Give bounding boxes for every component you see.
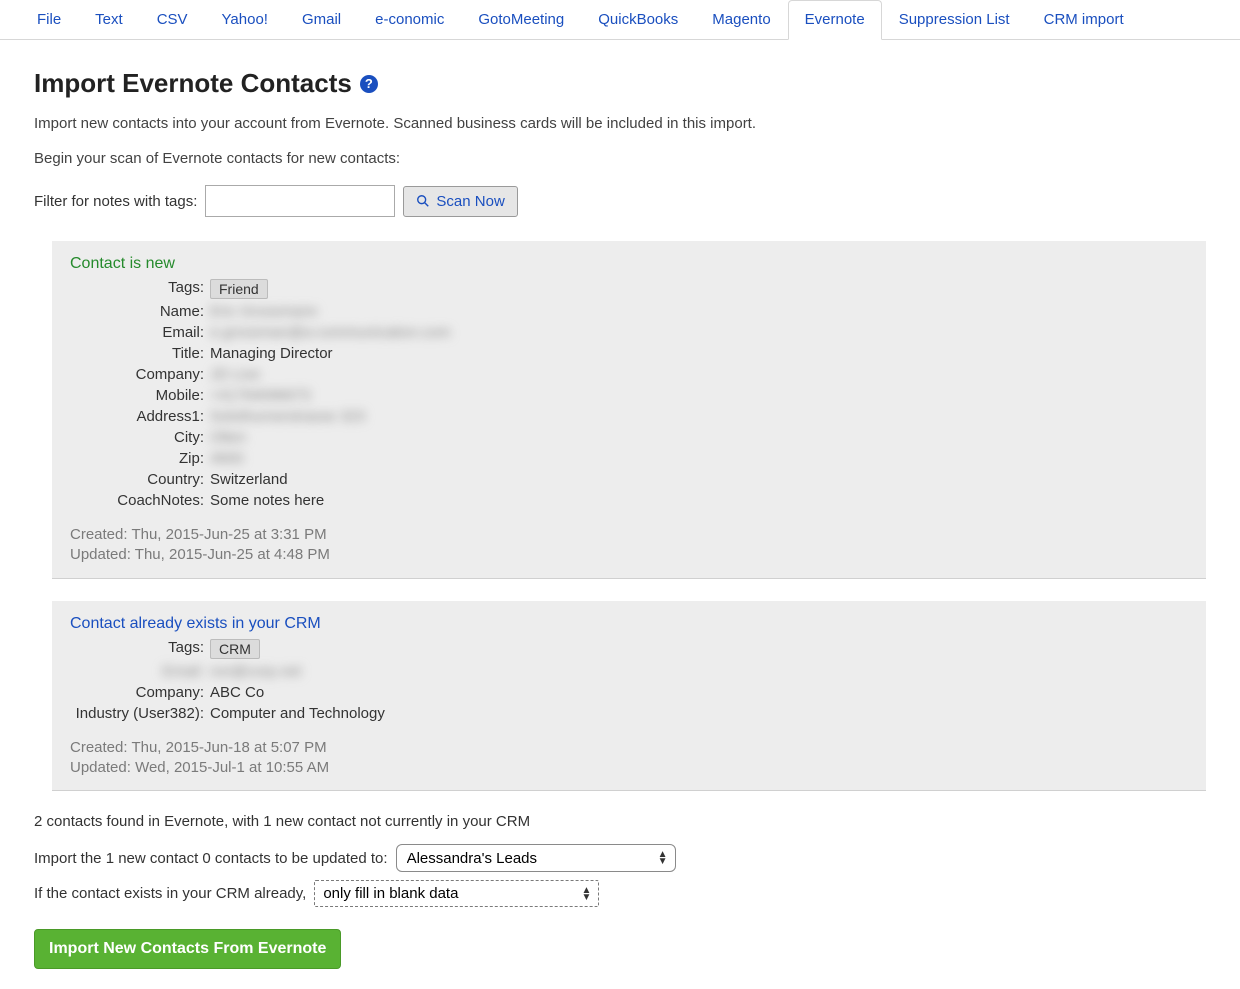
val-company: JD Live [210,366,260,383]
label-tags2: Tags: [70,639,210,659]
val-email2: ron@corp.net [210,663,301,680]
page-description: Import new contacts into your account fr… [34,115,1206,132]
updated-value2: Wed, 2015-Jul-1 at 10:55 AM [135,759,329,776]
source-tabs: FileTextCSVYahoo!Gmaile-conomicGotoMeeti… [0,0,1240,40]
tab-gmail[interactable]: Gmail [285,0,358,40]
label-mobile: Mobile: [70,387,210,404]
import-contacts-button[interactable]: Import New Contacts From Evernote [34,929,341,969]
val-mobile: +41794096673 [210,387,311,404]
tag-chip[interactable]: Friend [210,279,268,299]
label-country: Country: [70,471,210,488]
main-content: Import Evernote Contacts ? Import new co… [0,40,1240,989]
label-address1: Address1: [70,408,210,425]
contact-card-new: Contact is new Tags:Friend Name:Eric Gro… [52,241,1206,579]
tab-suppression-list[interactable]: Suppression List [882,0,1027,40]
updated-value: Thu, 2015-Jun-25 at 4:48 PM [135,546,330,563]
label-tags: Tags: [70,279,210,299]
val-address1: Solothurnerstrasse 323 [210,408,365,425]
val-country: Switzerland [210,471,288,488]
page-title-row: Import Evernote Contacts ? [34,68,1206,99]
val-coachnotes: Some notes here [210,492,324,509]
label-zip: Zip: [70,450,210,467]
tab-yahoo-[interactable]: Yahoo! [205,0,285,40]
meta-existing: Created: Thu, 2015-Jun-18 at 5:07 PM Upd… [70,738,1188,779]
label-email: Email: [70,324,210,341]
created-value2: Thu, 2015-Jun-18 at 5:07 PM [131,739,326,756]
tab-crm-import[interactable]: CRM import [1027,0,1141,40]
import-to-label: Import the 1 new contact 0 contacts to b… [34,850,388,867]
tag-filter-input[interactable] [205,185,395,217]
val-name: Eric Grossmann [210,303,318,320]
tab-e-conomic[interactable]: e-conomic [358,0,461,40]
scan-row: Filter for notes with tags: Scan Now [34,185,1206,217]
label-email2: Email: [70,663,210,680]
tag-chip-crm[interactable]: CRM [210,639,260,659]
tab-gotomeeting[interactable]: GotoMeeting [461,0,581,40]
val-city: Olten [210,429,246,446]
updated-label: Updated: [70,546,131,563]
import-button-label: Import New Contacts From Evernote [49,940,326,957]
val-zip: 4600 [210,450,243,467]
tab-evernote[interactable]: Evernote [788,0,882,40]
tab-file[interactable]: File [20,0,78,40]
import-to-row: Import the 1 new contact 0 contacts to b… [34,844,1206,872]
status-exists: Contact already exists in your CRM [70,615,1188,633]
val-industry: Computer and Technology [210,705,385,722]
label-name: Name: [70,303,210,320]
label-industry: Industry (User382): [70,705,210,722]
status-new: Contact is new [70,255,1188,273]
label-city: City: [70,429,210,446]
summary-found: 2 contacts found in Evernote, with 1 new… [34,813,1206,830]
exists-behavior-select[interactable]: only fill in blank data [314,880,599,907]
help-icon[interactable]: ? [360,75,378,93]
label-title: Title: [70,345,210,362]
meta-new: Created: Thu, 2015-Jun-25 at 3:31 PM Upd… [70,525,1188,566]
filter-label: Filter for notes with tags: [34,193,197,210]
tab-text[interactable]: Text [78,0,140,40]
label-coachnotes: CoachNotes: [70,492,210,509]
search-icon [416,194,430,208]
tab-magento[interactable]: Magento [695,0,787,40]
page-title: Import Evernote Contacts [34,68,352,99]
label-company2: Company: [70,684,210,701]
created-label: Created: [70,526,128,543]
scan-now-label: Scan Now [436,193,504,210]
label-company: Company: [70,366,210,383]
created-value: Thu, 2015-Jun-25 at 3:31 PM [131,526,326,543]
results: Contact is new Tags:Friend Name:Eric Gro… [52,241,1206,791]
val-email: e.grossman@a-communication.com [210,324,450,341]
begin-scan-text: Begin your scan of Evernote contacts for… [34,150,1206,167]
tab-quickbooks[interactable]: QuickBooks [581,0,695,40]
exists-behavior-row: If the contact exists in your CRM alread… [34,880,1206,907]
val-company2: ABC Co [210,684,264,701]
tab-csv[interactable]: CSV [140,0,205,40]
scan-now-button[interactable]: Scan Now [403,186,517,217]
contact-card-existing: Contact already exists in your CRM Tags:… [52,601,1206,792]
created-label2: Created: [70,739,128,756]
updated-label2: Updated: [70,759,131,776]
val-title: Managing Director [210,345,333,362]
import-to-select[interactable]: Alessandra's Leads [396,844,676,872]
exists-label: If the contact exists in your CRM alread… [34,885,306,902]
